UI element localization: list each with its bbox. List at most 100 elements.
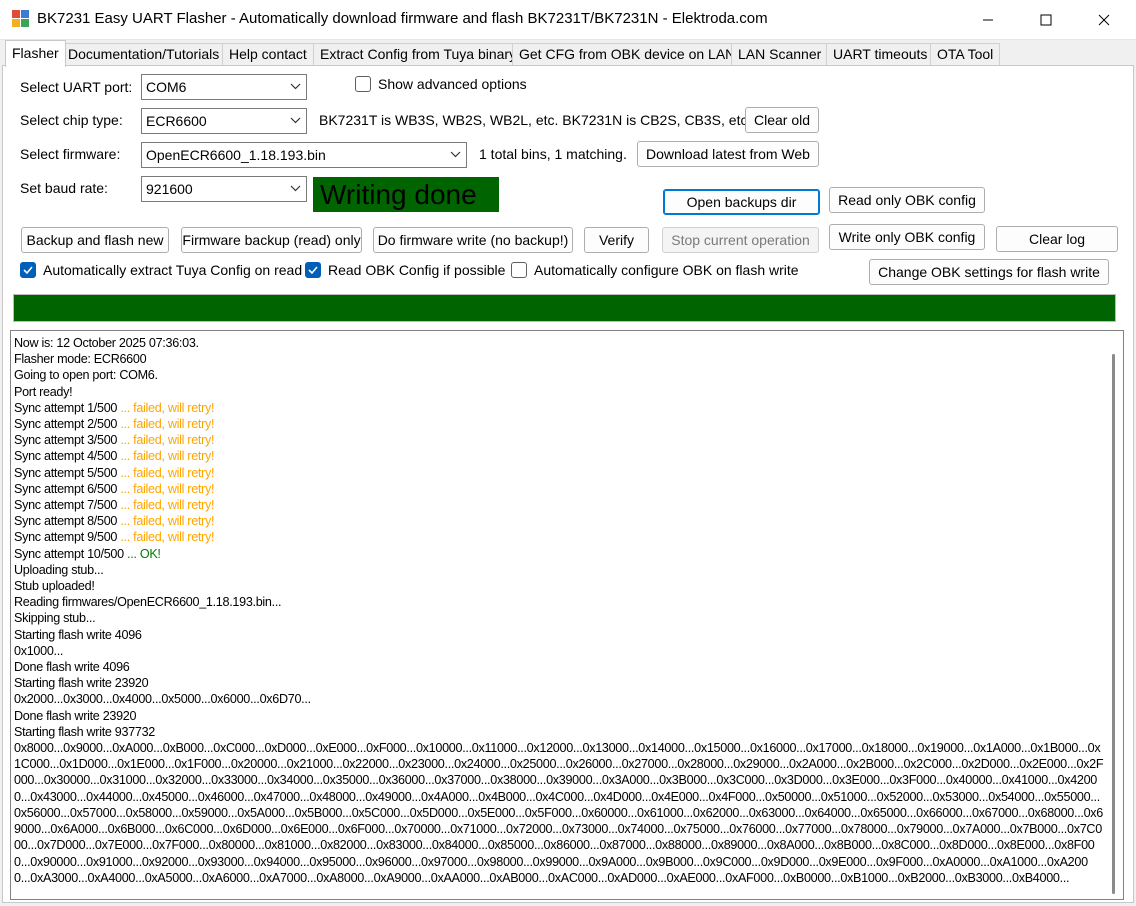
tab-documentation[interactable]: Documentation/Tutorials — [61, 43, 227, 66]
firmware-backup-button[interactable]: Firmware backup (read) only — [181, 227, 362, 253]
log-address-dump: 0x8000...0x9000...0xA000...0xB000...0xC0… — [14, 741, 1104, 885]
log-line-text: Now is: 12 October 2025 07:36:03. — [14, 336, 199, 350]
read-only-obk-button[interactable]: Read only OBK config — [829, 187, 985, 213]
log-line: Sync attempt 6/500 ... failed, will retr… — [14, 481, 1104, 497]
log-line: Stub uploaded! — [14, 578, 1104, 594]
log-line: Done flash write 4096 — [14, 659, 1104, 675]
status-label: Writing done — [313, 177, 499, 212]
download-latest-button[interactable]: Download latest from Web — [637, 141, 819, 167]
log-line: Sync attempt 9/500 ... failed, will retr… — [14, 529, 1104, 545]
log-warning-text: ... failed, will retry! — [117, 481, 215, 496]
verify-button[interactable]: Verify — [584, 227, 649, 253]
log-line: Uploading stub... — [14, 562, 1104, 578]
log-line: 0x1000... — [14, 643, 1104, 659]
log-line: Skipping stub... — [14, 610, 1104, 626]
log-line-text: Sync attempt 1/500 — [14, 400, 118, 415]
change-obk-settings-button[interactable]: Change OBK settings for flash write — [869, 259, 1109, 285]
progress-bar — [13, 294, 1116, 322]
auto-extract-checkbox[interactable] — [20, 262, 36, 278]
log-content: Now is: 12 October 2025 07:36:03. Flasher… — [14, 335, 1104, 886]
log-line-text: Stub uploaded! — [14, 579, 95, 594]
title-bar: BK7231 Easy UART Flasher - Automatically… — [0, 0, 1136, 40]
maximize-icon — [1040, 14, 1052, 26]
checkmark-icon — [23, 266, 33, 275]
log-line-text: Sync attempt 10/500 — [14, 546, 124, 561]
log-line: Sync attempt 5/500 ... failed, will retr… — [14, 465, 1104, 481]
log-warning-text: ... failed, will retry! — [117, 514, 215, 529]
log-line: Port ready! — [14, 384, 1104, 400]
log-line-text: Port ready! — [14, 384, 73, 399]
log-output[interactable]: Now is: 12 October 2025 07:36:03. Flasher… — [10, 330, 1124, 900]
chevron-down-icon — [290, 185, 301, 192]
log-line-text: Sync attempt 8/500 — [14, 514, 118, 529]
close-icon — [1098, 14, 1110, 26]
bins-info-text: 1 total bins, 1 matching. — [479, 146, 627, 162]
tab-help-contact[interactable]: Help contact — [222, 43, 314, 66]
tab-flasher[interactable]: Flasher — [5, 40, 66, 67]
checkmark-icon — [308, 266, 318, 275]
baud-rate-select[interactable]: 921600 — [141, 176, 307, 202]
log-line: Sync attempt 4/500 ... failed, will retr… — [14, 448, 1104, 464]
baud-rate-label: Set baud rate: — [20, 180, 108, 196]
log-line: Sync attempt 3/500 ... failed, will retr… — [14, 432, 1104, 448]
write-only-obk-button[interactable]: Write only OBK config — [829, 224, 985, 250]
log-line-text: Starting flash write 23920 — [14, 676, 149, 691]
maximize-button[interactable] — [1017, 0, 1075, 40]
log-line-text: Sync attempt 5/500 — [14, 465, 118, 480]
chevron-down-icon — [450, 151, 461, 158]
firmware-label: Select firmware: — [20, 146, 121, 162]
log-line-text: Sync attempt 6/500 — [14, 481, 118, 496]
firmware-select[interactable]: OpenECR6600_1.18.193.bin — [141, 142, 467, 168]
tab-get-cfg-obk[interactable]: Get CFG from OBK device on LAN — [512, 43, 743, 66]
log-warning-text: ... failed, will retry! — [117, 530, 215, 545]
log-line: Reading firmwares/OpenECR6600_1.18.193.b… — [14, 594, 1104, 610]
baud-rate-value: 921600 — [146, 181, 193, 197]
clear-old-button[interactable]: Clear old — [745, 107, 819, 133]
chip-type-select[interactable]: ECR6600 — [141, 108, 307, 134]
auto-extract-label: Automatically extract Tuya Config on rea… — [43, 262, 303, 278]
log-scrollbar[interactable] — [1105, 332, 1122, 898]
log-line-text: Done flash write 23920 — [14, 708, 137, 723]
log-warning-text: ... failed, will retry! — [117, 498, 215, 513]
tab-uart-timeouts[interactable]: UART timeouts — [826, 43, 935, 66]
chevron-down-icon — [290, 117, 301, 124]
uart-port-select[interactable]: COM6 — [141, 74, 307, 100]
log-warning-text: ... failed, will retry! — [117, 449, 215, 464]
log-line: Sync attempt 2/500 ... failed, will retr… — [14, 416, 1104, 432]
log-line-text: Reading firmwares/OpenECR6600_1.18.193.b… — [14, 595, 282, 610]
tab-strip: Flasher Documentation/Tutorials Help con… — [0, 40, 1136, 67]
log-scrollbar-thumb[interactable] — [1112, 354, 1115, 894]
log-line-text: Sync attempt 4/500 — [14, 449, 118, 464]
chevron-down-icon — [290, 83, 301, 90]
show-advanced-checkbox[interactable] — [355, 76, 371, 92]
log-line: Flasher mode: ECR6600 — [14, 351, 1104, 367]
read-obk-checkbox[interactable] — [305, 262, 321, 278]
tab-ota-tool[interactable]: OTA Tool — [930, 43, 1001, 66]
log-line-text: 0x2000...0x3000...0x4000...0x5000...0x60… — [14, 692, 311, 707]
show-advanced-label: Show advanced options — [378, 76, 527, 92]
log-line-text: Done flash write 4096 — [14, 660, 130, 675]
tab-extract-config[interactable]: Extract Config from Tuya binary — [313, 43, 524, 66]
log-line: Sync attempt 7/500 ... failed, will retr… — [14, 497, 1104, 513]
log-warning-text: ... failed, will retry! — [117, 465, 215, 480]
chip-type-value: ECR6600 — [146, 113, 207, 129]
auto-configure-checkbox[interactable] — [511, 262, 527, 278]
log-line-text: Skipping stub... — [14, 611, 96, 626]
log-line-text: 0x1000... — [14, 643, 64, 658]
log-line-text: Going to open port: COM6. — [14, 368, 158, 383]
close-button[interactable] — [1075, 0, 1133, 40]
tab-lan-scanner[interactable]: LAN Scanner — [731, 43, 829, 66]
window-title: BK7231 Easy UART Flasher - Automatically… — [37, 10, 768, 27]
backup-flash-new-button[interactable]: Backup and flash new — [21, 227, 169, 253]
open-backups-button[interactable]: Open backups dir — [663, 189, 820, 215]
stop-operation-button[interactable]: Stop current operation — [662, 227, 819, 253]
log-warning-text: ... failed, will retry! — [117, 400, 215, 415]
minimize-button[interactable] — [959, 0, 1017, 40]
log-warning-text: ... failed, will retry! — [117, 417, 215, 432]
log-line-text: Uploading stub... — [14, 562, 104, 577]
log-line: Starting flash write 23920 — [14, 675, 1104, 691]
log-line-text: Flasher mode: ECR6600 — [14, 352, 147, 367]
log-line: Starting flash write 937732 — [14, 724, 1104, 740]
do-firmware-write-button[interactable]: Do firmware write (no backup!) — [373, 227, 573, 253]
clear-log-button[interactable]: Clear log — [996, 226, 1118, 252]
